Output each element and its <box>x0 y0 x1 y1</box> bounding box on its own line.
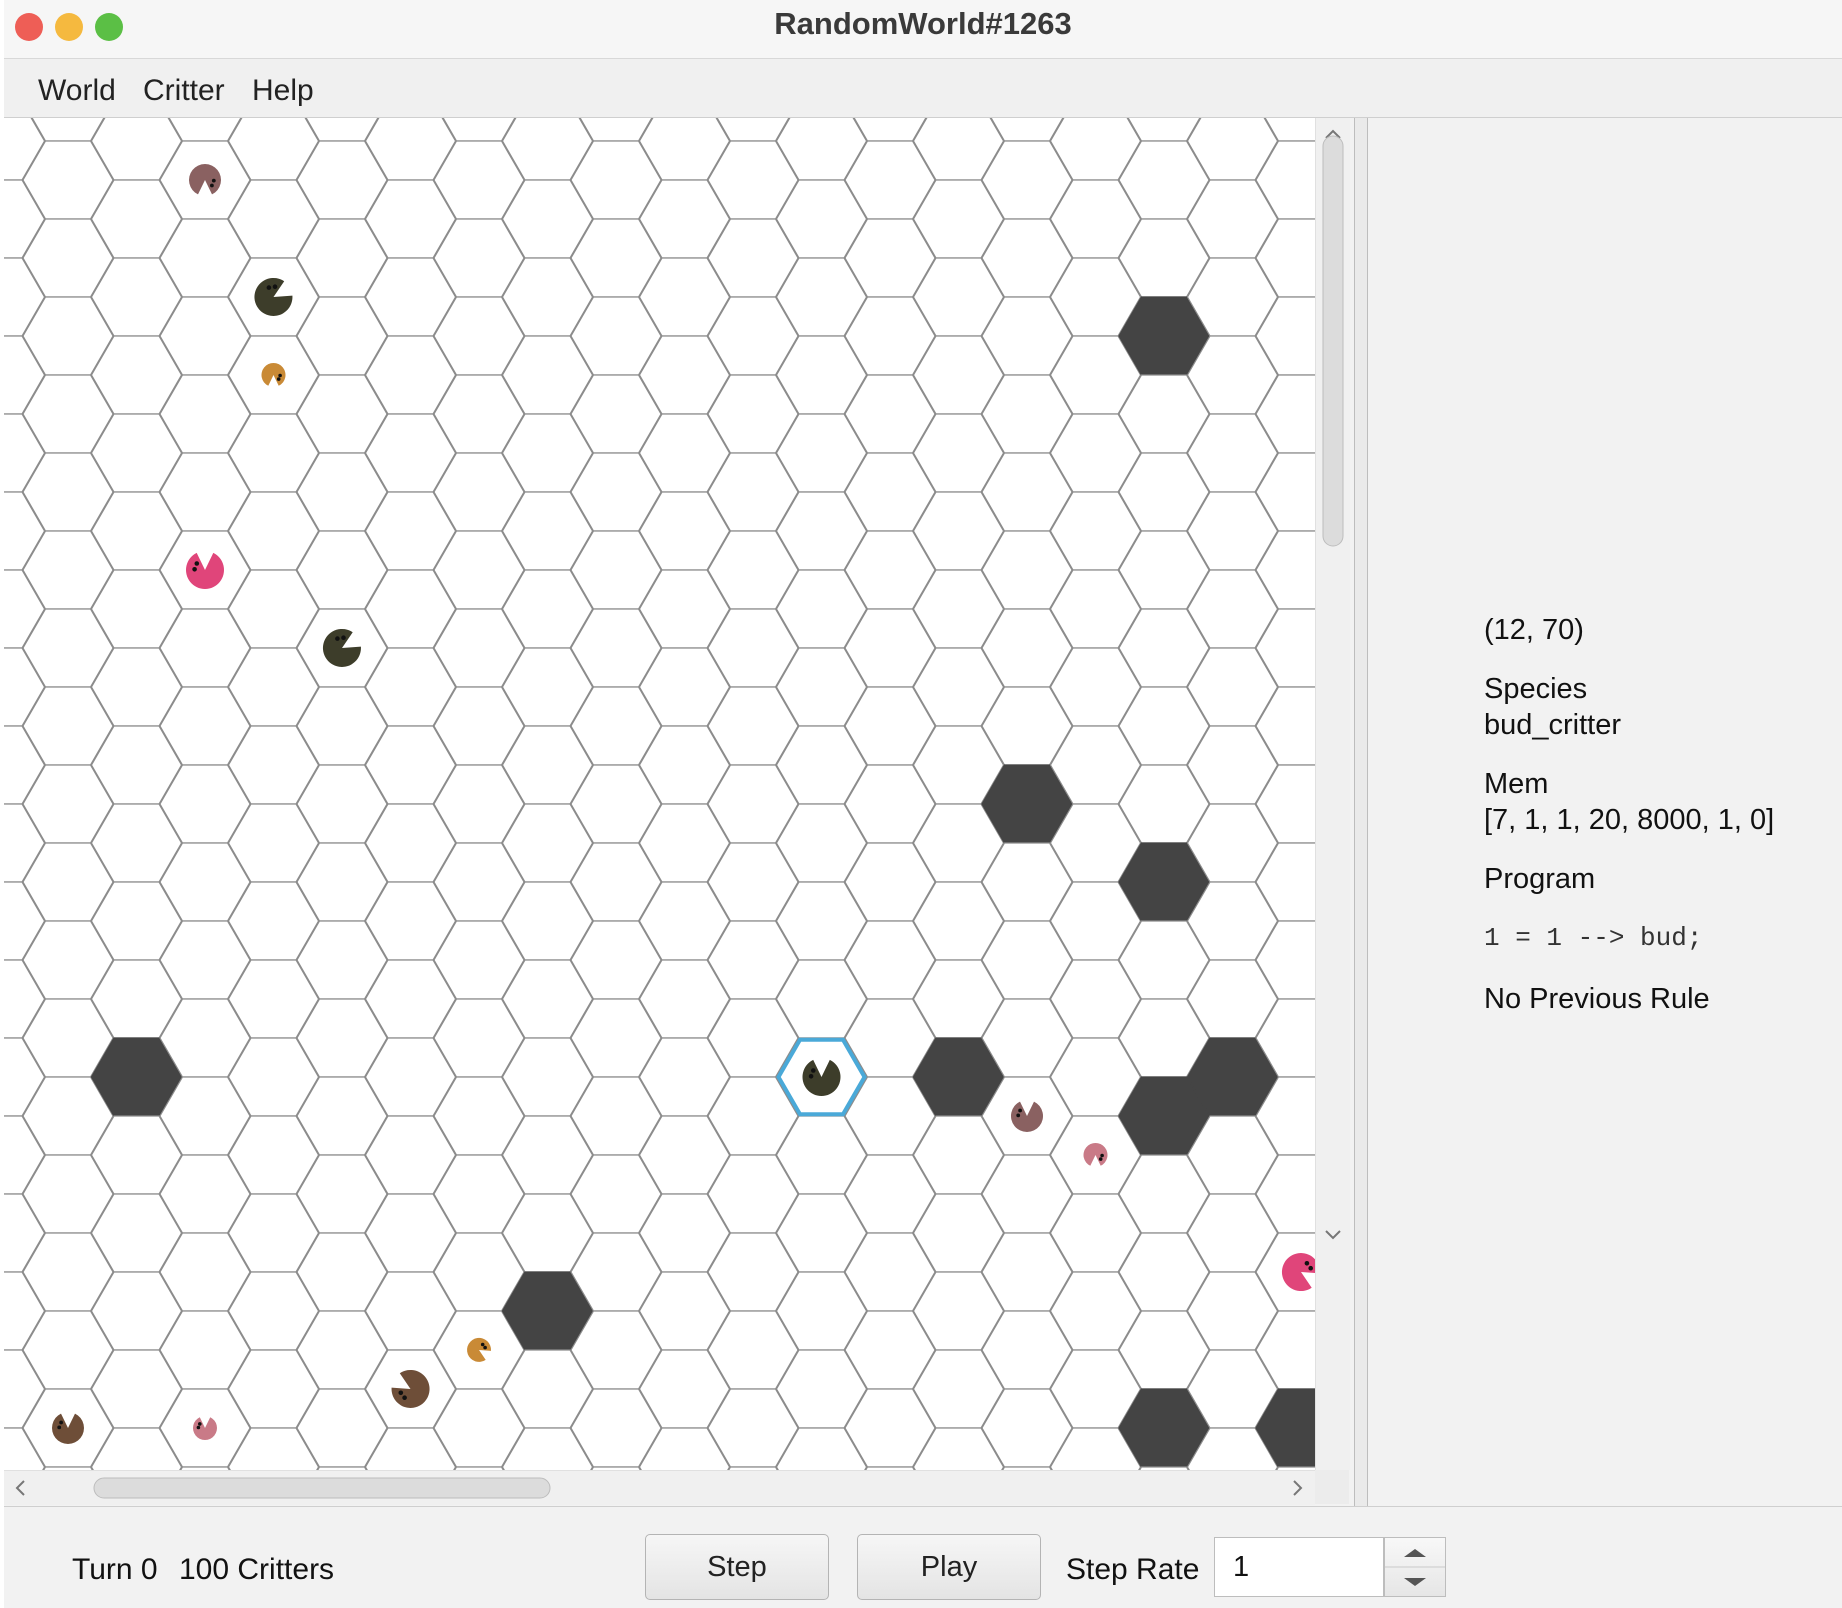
scroll-down-arrow-icon[interactable] <box>1325 1230 1341 1240</box>
menu-help[interactable]: Help <box>252 74 314 108</box>
vertical-scroll-thumb[interactable] <box>1322 135 1344 547</box>
world-map[interactable] <box>4 118 1315 1470</box>
turn-counter: Turn 0 <box>72 1553 158 1586</box>
step-rate-spinner[interactable] <box>1384 1537 1446 1597</box>
scroll-left-arrow-icon[interactable] <box>15 1480 25 1496</box>
step-rate-label: Step Rate <box>1066 1553 1200 1586</box>
horizontal-scroll-thumb[interactable] <box>93 1477 551 1499</box>
vertical-scrollbar[interactable] <box>1315 118 1350 1470</box>
critter-info-panel: (12, 70) Species bud_critter Mem [7, 1, … <box>1368 118 1842 1506</box>
split-pane-divider[interactable] <box>1354 118 1368 1506</box>
menu-critter[interactable]: Critter <box>143 74 225 108</box>
app-window: RandomWorld#1263 World Critter Help (12,… <box>4 0 1842 1608</box>
selected-hex-coords: (12, 70) <box>1484 614 1584 646</box>
step-rate-input[interactable]: 1 <box>1214 1537 1384 1597</box>
memory-value: [7, 1, 1, 20, 8000, 1, 0] <box>1484 804 1775 836</box>
memory-label: Mem <box>1484 768 1549 800</box>
species-value: bud_critter <box>1484 709 1622 741</box>
program-code: 1 = 1 --> bud; <box>1484 923 1703 953</box>
hex-grid[interactable] <box>4 118 1315 1470</box>
species-label: Species <box>1484 673 1588 705</box>
title-bar: RandomWorld#1263 <box>4 0 1842 59</box>
menu-bar: World Critter Help <box>4 59 1842 118</box>
decrement-arrow-icon[interactable] <box>1404 1578 1426 1586</box>
program-label: Program <box>1484 863 1596 895</box>
control-bar: Turn 0 100 Critters Step Play Step Rate … <box>4 1506 1842 1608</box>
previous-rule-text: No Previous Rule <box>1484 983 1710 1015</box>
critter-count: 100 Critters <box>179 1553 335 1586</box>
horizontal-scrollbar[interactable] <box>4 1470 1315 1505</box>
menu-world[interactable]: World <box>38 74 116 108</box>
scroll-right-arrow-icon[interactable] <box>1293 1480 1303 1496</box>
window-title: RandomWorld#1263 <box>774 6 1072 41</box>
play-button[interactable]: Play <box>857 1534 1041 1600</box>
step-button[interactable]: Step <box>645 1534 829 1600</box>
scroll-corner <box>1315 1470 1349 1504</box>
increment-arrow-icon[interactable] <box>1404 1549 1426 1557</box>
